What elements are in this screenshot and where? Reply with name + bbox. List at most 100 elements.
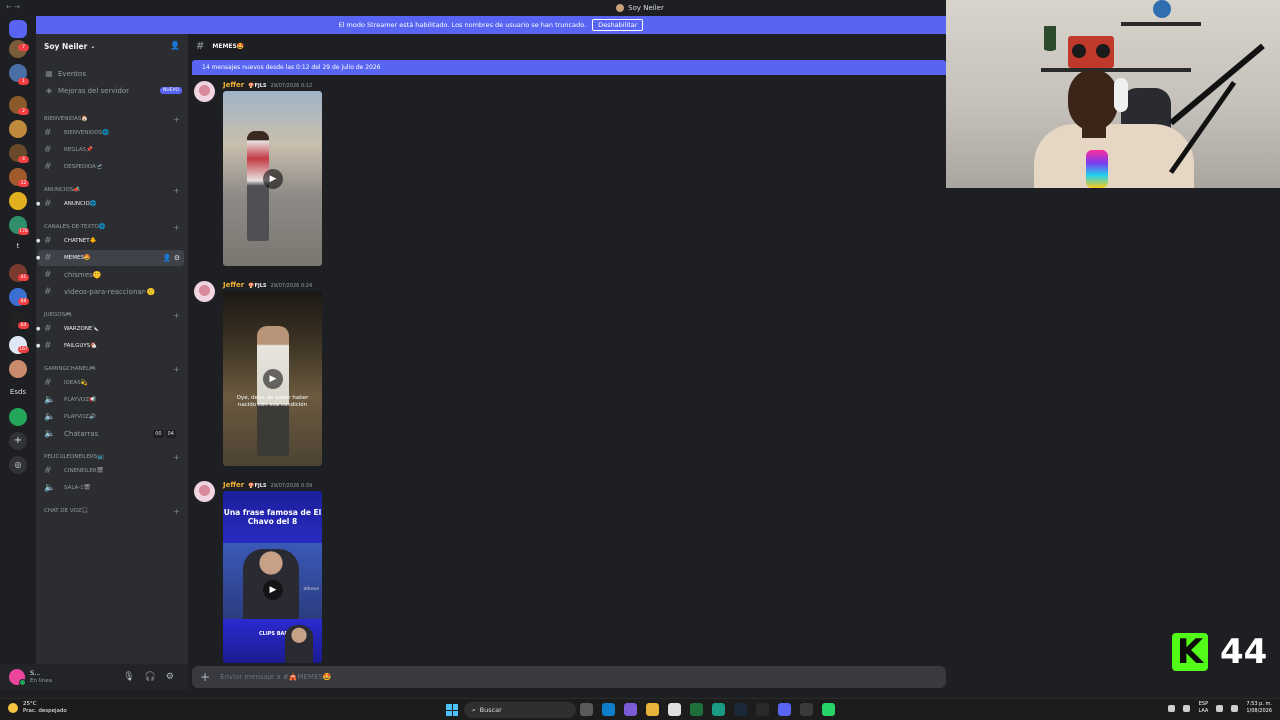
channel-warzone[interactable]: ● # WARZONE🔪 xyxy=(36,321,184,337)
author-name[interactable]: Jeffer xyxy=(223,81,244,89)
channel-anuncio[interactable]: ● # ANUNCIO🌐 xyxy=(36,196,184,212)
speaker-icon: 🔈 xyxy=(44,395,56,405)
author-tag: 🍄FJLS xyxy=(248,483,267,489)
channel-settings-icon[interactable]: 👤 ⚙ xyxy=(163,254,180,262)
file-explorer-icon[interactable] xyxy=(646,703,659,716)
whatsapp-icon[interactable] xyxy=(822,703,835,716)
task-view-icon[interactable] xyxy=(580,703,593,716)
avatar[interactable] xyxy=(194,81,215,102)
add-channel-icon[interactable]: + xyxy=(173,186,180,195)
channel-chatnet[interactable]: ● # CHATNET🐥 xyxy=(36,233,184,249)
user-limit: 04 xyxy=(165,430,176,438)
server-header[interactable]: Soy Neiler ⌄ 👤 xyxy=(36,34,188,58)
video-attachment[interactable]: Una frase famosa de El Chavo del 8 eltre… xyxy=(223,491,322,663)
app-icon[interactable] xyxy=(712,703,725,716)
play-icon[interactable]: ▶ xyxy=(263,369,283,389)
category-label: JUEGOS🎮 xyxy=(44,312,73,318)
category-anuncios[interactable]: ANUNCIOS📣 + xyxy=(44,184,182,196)
invite-people-icon[interactable]: 👤 xyxy=(170,41,180,50)
channel-ideas[interactable]: # IDEAS💫 xyxy=(38,375,184,391)
video-attachment[interactable]: ▶ Oye, debe de saber haber nacido con es… xyxy=(223,291,322,466)
user-info[interactable]: S... En línea xyxy=(30,669,52,685)
network-icon[interactable] xyxy=(1183,704,1191,712)
chevron-up-icon[interactable] xyxy=(1168,704,1176,712)
direct-messages-icon[interactable] xyxy=(9,20,27,38)
gear-icon[interactable]: ⚙ xyxy=(166,672,174,682)
language-indicator[interactable]: ESP LAA xyxy=(1198,701,1208,715)
server-text-icon[interactable]: Esds xyxy=(0,388,36,396)
add-channel-icon[interactable]: + xyxy=(173,365,180,374)
channel-despedida[interactable]: # DESPEDIDA🛫 xyxy=(38,159,184,175)
message-meta: Jeffer 🍄FJLS 29/07/2026 0:24 xyxy=(223,281,312,289)
avatar[interactable] xyxy=(9,669,26,686)
wifi-icon[interactable] xyxy=(1216,704,1224,712)
weather-widget[interactable]: 25°C Prac. despejado xyxy=(8,701,67,715)
app-icon[interactable] xyxy=(756,703,769,716)
add-channel-icon[interactable]: + xyxy=(173,453,180,462)
obs-icon[interactable] xyxy=(800,703,813,716)
unread-badge: 178 xyxy=(18,228,29,235)
add-attachment-icon[interactable]: + xyxy=(200,670,210,684)
message-composer[interactable]: + Enviar mensaje a #🎪MEMES🤩 xyxy=(192,666,946,688)
video-attachment[interactable]: ▶ xyxy=(223,91,322,266)
channel-bienvenidos[interactable]: # BIENVENIDOS🌐 xyxy=(38,125,184,141)
disable-streamer-button[interactable]: Deshabilitar xyxy=(592,19,644,31)
start-button[interactable] xyxy=(446,704,458,716)
category-canales-de-texto[interactable]: CANALES-DE-TEXTO🌐 + xyxy=(44,221,182,233)
author-name[interactable]: Jeffer xyxy=(223,481,244,489)
volume-icon[interactable] xyxy=(1231,704,1239,712)
headphones-icon[interactable]: 🎧 xyxy=(145,672,156,682)
add-channel-icon[interactable]: + xyxy=(173,115,180,124)
server-icon[interactable] xyxy=(9,408,27,426)
unread-badge: 41 xyxy=(18,274,29,281)
current-users: 00 xyxy=(153,430,164,438)
store-icon[interactable] xyxy=(668,703,681,716)
add-channel-icon[interactable]: + xyxy=(173,223,180,232)
voice-channel-playvoz-2[interactable]: 🔈 PLAYVOZ🔊 xyxy=(38,409,184,425)
events-item[interactable]: ▦ Eventos xyxy=(44,66,182,81)
add-channel-icon[interactable]: + xyxy=(173,311,180,320)
channel-failguys[interactable]: ● # FAILGUYS🐔 xyxy=(36,338,184,354)
category-chat-de-voz[interactable]: CHAT DE VOZ🎧 + xyxy=(44,505,182,517)
new-badge: NUEVO xyxy=(159,87,182,94)
microphone-icon[interactable]: 🎙 xyxy=(123,672,134,682)
server-text-icon[interactable]: t xyxy=(0,242,36,250)
server-icon[interactable] xyxy=(9,120,27,138)
unread-badge: 1 xyxy=(18,78,29,85)
back-forward-icon[interactable]: ← → xyxy=(6,3,20,11)
steam-icon[interactable] xyxy=(734,703,747,716)
add-server-icon[interactable]: + xyxy=(9,432,27,450)
category-bienvenidas[interactable]: BIENVENIDAS🏠 + xyxy=(44,113,182,125)
server-boosts-item[interactable]: ◈ Mejoras del servidor NUEVO xyxy=(44,83,182,98)
edge-icon[interactable] xyxy=(602,703,615,716)
author-name[interactable]: Jeffer xyxy=(223,281,244,289)
add-channel-icon[interactable]: + xyxy=(173,507,180,516)
channel-cineneiler[interactable]: # CINENEILER🎬 xyxy=(38,463,184,479)
server-icon[interactable] xyxy=(9,360,27,378)
voice-channel-chatarras[interactable]: 🔈 Chatarras 00 04 xyxy=(38,426,184,442)
new-messages-bar[interactable]: 14 mensajes nuevos desde las 0:12 del 29… xyxy=(192,60,946,75)
channel-label: PLAYVOZ📢 xyxy=(64,397,96,403)
explore-icon[interactable]: ◎ xyxy=(9,456,27,474)
app-icon[interactable] xyxy=(690,703,703,716)
channel-reglas[interactable]: # REGLAS📌 xyxy=(38,142,184,158)
taskbar-search[interactable]: ⌕ Buscar xyxy=(464,702,576,718)
copilot-icon[interactable] xyxy=(624,703,637,716)
discord-icon[interactable] xyxy=(778,703,791,716)
channel-label: REGLAS📌 xyxy=(64,147,93,153)
channel-label: WARZONE🔪 xyxy=(64,326,100,332)
channel-videos-para-reaccionar[interactable]: # videos-para-reaccionar-🙂 xyxy=(38,284,184,300)
category-juegos[interactable]: JUEGOS🎮 + xyxy=(44,309,182,321)
channel-chismes[interactable]: # chismes🤫 xyxy=(38,267,184,283)
category-gamingchanel[interactable]: GAMINGCHANEL🎮 + xyxy=(44,363,182,375)
play-icon[interactable]: ▶ xyxy=(263,580,283,600)
avatar[interactable] xyxy=(194,481,215,502)
voice-channel-playvoz-1[interactable]: 🔈 PLAYVOZ📢 xyxy=(38,392,184,408)
play-icon[interactable]: ▶ xyxy=(263,169,283,189)
clock[interactable]: 7:53 p. m. 1/08/2026 xyxy=(1246,701,1272,715)
category-peliculeoneilers[interactable]: PELICULEONEILERS📺 + xyxy=(44,451,182,463)
avatar[interactable] xyxy=(194,281,215,302)
server-icon[interactable] xyxy=(9,192,27,210)
voice-channel-sala-1[interactable]: 🔈 SALA-1🎬 xyxy=(38,480,184,496)
channel-memes[interactable]: ● # MEMES🤩 👤 ⚙ xyxy=(36,250,184,266)
